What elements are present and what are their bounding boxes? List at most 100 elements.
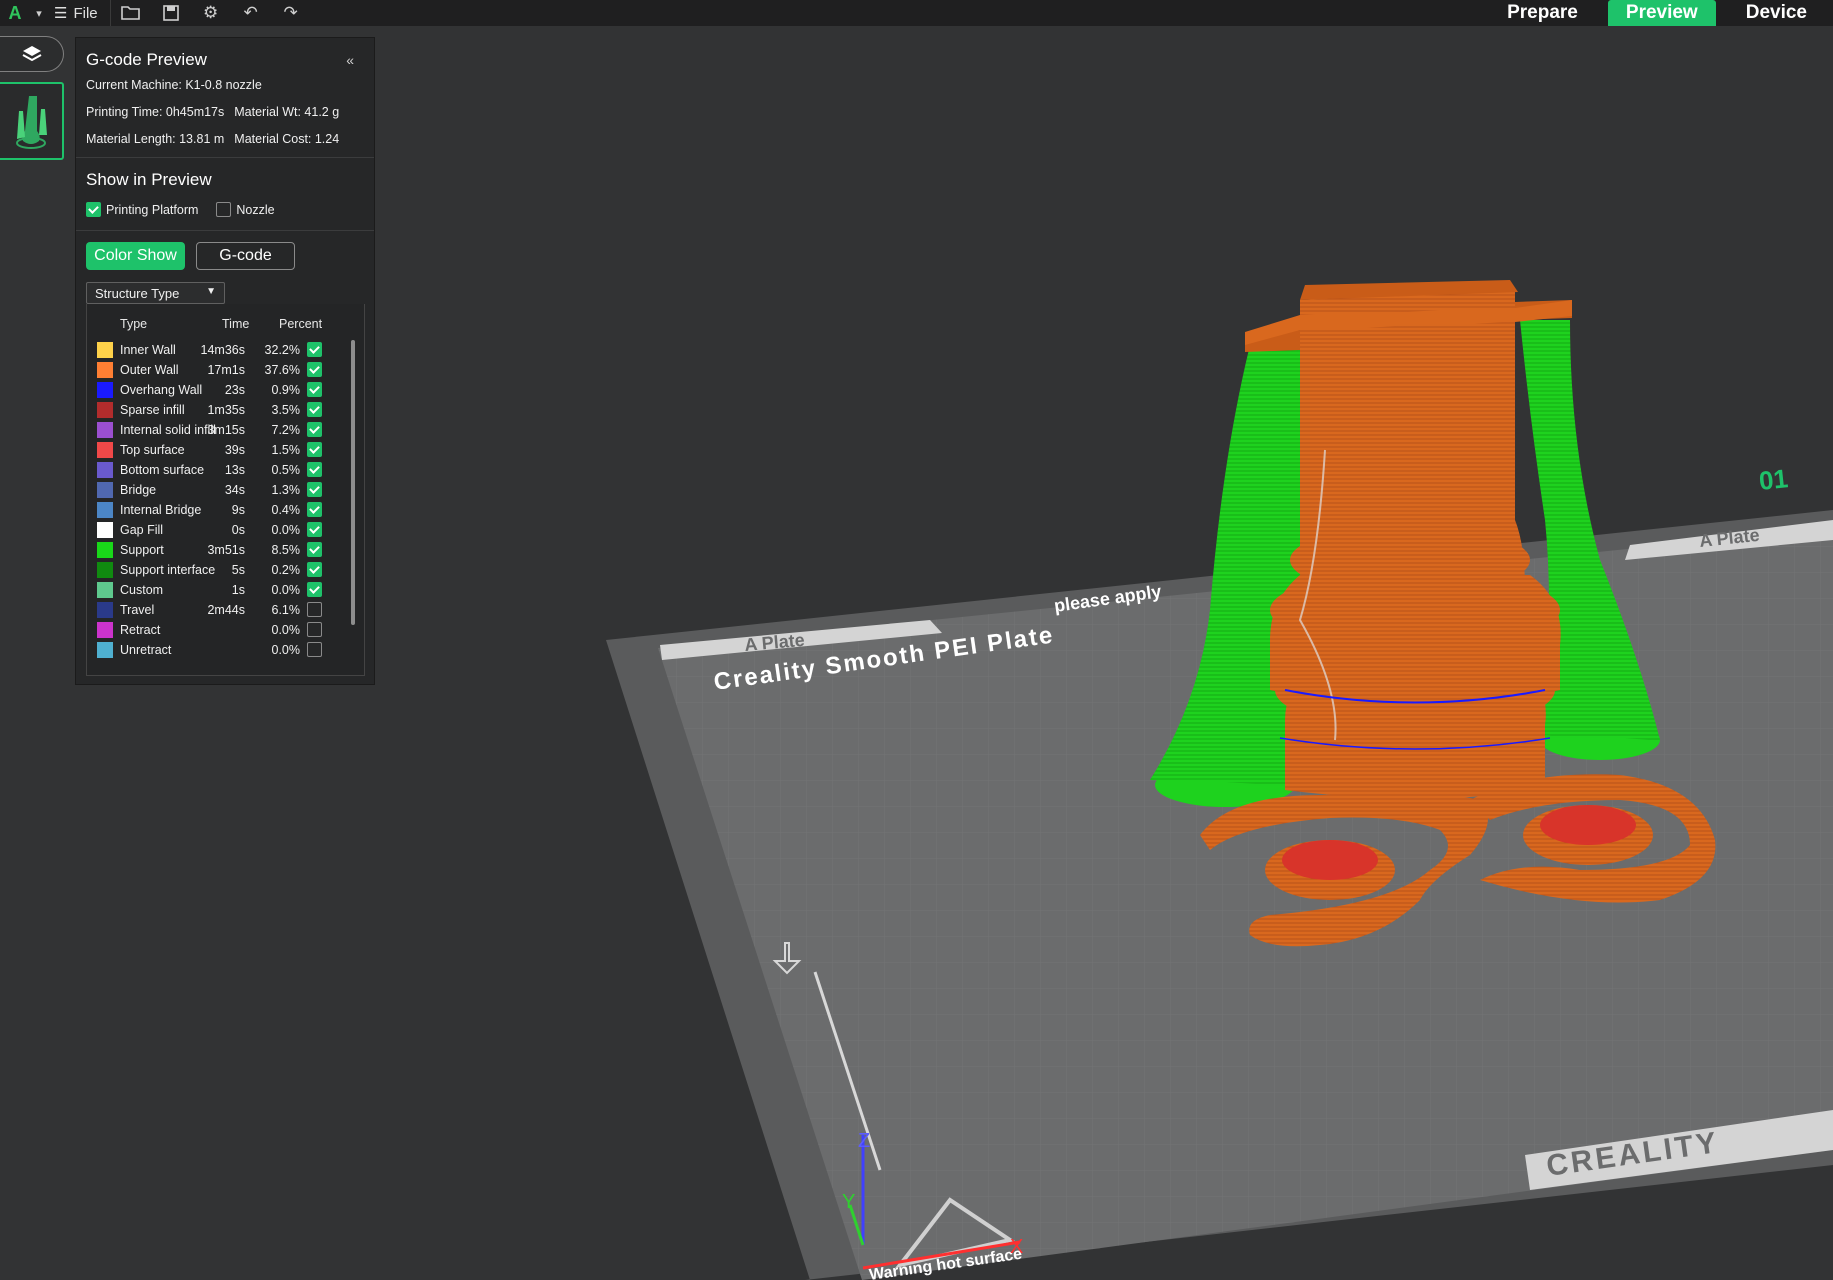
legend-color-swatch bbox=[97, 442, 113, 458]
legend-color-swatch bbox=[97, 562, 113, 578]
structure-type-value: Structure Type bbox=[95, 285, 180, 301]
gcode-button[interactable]: G-code bbox=[196, 242, 295, 270]
legend-percent: 3.5% bbox=[271, 403, 301, 417]
chevron-down-icon[interactable]: ▾ bbox=[30, 0, 48, 26]
nozzle-label: Nozzle bbox=[236, 202, 275, 217]
show-in-preview-title: Show in Preview bbox=[86, 170, 212, 189]
tab-device[interactable]: Device bbox=[1728, 0, 1825, 26]
collapse-panel-button[interactable]: « bbox=[346, 52, 354, 68]
structure-type-dropdown[interactable]: Structure Type ▼ bbox=[86, 282, 225, 304]
legend-row[interactable]: Support interface 5s 0.2% bbox=[87, 560, 352, 580]
legend-time: 39s bbox=[224, 443, 245, 457]
legend-percent: 6.1% bbox=[271, 603, 301, 617]
legend-visibility-checkbox[interactable] bbox=[307, 582, 322, 597]
legend-time: 1s bbox=[231, 583, 245, 597]
top-toolbar: A ▾ ☰ File ⚙ ↶ ↷ Prepare Preview Device bbox=[0, 0, 1833, 26]
legend-color-swatch bbox=[97, 382, 113, 398]
file-menu[interactable]: ☰ File bbox=[48, 0, 111, 26]
legend-percent: 0.0% bbox=[271, 643, 301, 657]
layers-button[interactable] bbox=[0, 36, 64, 72]
x-axis-label: X bbox=[1010, 1236, 1023, 1258]
gear-icon[interactable]: ⚙ bbox=[191, 0, 231, 26]
legend-visibility-checkbox[interactable] bbox=[307, 442, 322, 457]
redo-icon[interactable]: ↷ bbox=[271, 0, 311, 26]
legend-row[interactable]: Bottom surface 13s 0.5% bbox=[87, 460, 352, 480]
legend-percent: 0.0% bbox=[271, 523, 301, 537]
divider bbox=[76, 157, 374, 158]
model-column bbox=[1300, 290, 1515, 575]
legend-visibility-checkbox[interactable] bbox=[307, 382, 322, 397]
legend-visibility-checkbox[interactable] bbox=[307, 602, 322, 617]
legend-header-percent: Percent bbox=[279, 317, 323, 331]
model-pad-right-top bbox=[1540, 805, 1636, 845]
print-stats-row-2: Material Length: 13.81 m Material Cost: 1… bbox=[86, 132, 349, 146]
model-pad-left-top bbox=[1282, 840, 1378, 880]
color-show-button[interactable]: Color Show bbox=[86, 242, 185, 270]
legend-row[interactable]: Gap Fill 0s 0.0% bbox=[87, 520, 352, 540]
legend-percent: 1.3% bbox=[271, 483, 301, 497]
legend-row[interactable]: Sparse infill 1m35s 3.5% bbox=[87, 400, 352, 420]
legend-time: 34s bbox=[224, 483, 245, 497]
legend-type-name: Retract bbox=[120, 623, 161, 637]
undo-icon[interactable]: ↶ bbox=[231, 0, 271, 26]
legend-color-swatch bbox=[97, 362, 113, 378]
legend-row[interactable]: Travel 2m44s 6.1% bbox=[87, 600, 352, 620]
legend-type-name: Support bbox=[120, 543, 164, 557]
nozzle-checkbox[interactable] bbox=[216, 202, 232, 217]
legend-visibility-checkbox[interactable] bbox=[307, 482, 322, 497]
printing-platform-checkbox[interactable] bbox=[86, 202, 101, 217]
legend-color-swatch bbox=[97, 402, 113, 418]
legend-time: 2m44s bbox=[207, 603, 245, 617]
legend-row[interactable]: Support 3m51s 8.5% bbox=[87, 540, 352, 560]
legend-time: 5s bbox=[231, 563, 245, 577]
legend-row[interactable]: Internal Bridge 9s 0.4% bbox=[87, 500, 352, 520]
legend-time: 3m15s bbox=[207, 423, 245, 437]
save-icon[interactable] bbox=[151, 0, 191, 26]
legend-time: 9s bbox=[231, 503, 245, 517]
legend-visibility-checkbox[interactable] bbox=[307, 402, 322, 417]
divider bbox=[76, 230, 374, 231]
legend-time: 23s bbox=[224, 383, 245, 397]
legend-header-type: Type bbox=[120, 317, 148, 331]
legend-color-swatch bbox=[97, 582, 113, 598]
legend-visibility-checkbox[interactable] bbox=[307, 622, 322, 637]
legend-row[interactable]: Custom 1s 0.0% bbox=[87, 580, 352, 600]
open-folder-icon[interactable] bbox=[111, 0, 151, 26]
plate-thumbnail[interactable] bbox=[0, 82, 64, 160]
legend-visibility-checkbox[interactable] bbox=[307, 462, 322, 477]
legend-visibility-checkbox[interactable] bbox=[307, 562, 322, 577]
legend-scrollbar[interactable] bbox=[351, 340, 355, 625]
legend-visibility-checkbox[interactable] bbox=[307, 502, 322, 517]
legend-row[interactable]: Overhang Wall 23s 0.9% bbox=[87, 380, 352, 400]
legend-time: 14m36s bbox=[200, 343, 245, 357]
current-machine: Current Machine: K1-0.8 nozzle bbox=[86, 78, 262, 92]
legend-row[interactable]: Inner Wall 14m36s 32.2% bbox=[87, 340, 352, 360]
legend-row[interactable]: Unretract 0.0% bbox=[87, 640, 352, 660]
tab-preview[interactable]: Preview bbox=[1607, 0, 1716, 26]
legend-color-swatch bbox=[97, 622, 113, 638]
tab-prepare[interactable]: Prepare bbox=[1489, 0, 1596, 26]
legend-percent: 1.5% bbox=[271, 443, 301, 457]
z-axis-label: Z bbox=[858, 1130, 870, 1152]
caret-down-icon: ▼ bbox=[206, 286, 216, 297]
legend-time: 17m1s bbox=[207, 363, 245, 377]
legend-visibility-checkbox[interactable] bbox=[307, 422, 322, 437]
legend-type-name: Outer Wall bbox=[120, 363, 179, 377]
legend-visibility-checkbox[interactable] bbox=[307, 642, 322, 657]
legend-percent: 7.2% bbox=[271, 423, 301, 437]
main-tabs: Prepare Preview Device bbox=[1477, 0, 1833, 26]
legend-visibility-checkbox[interactable] bbox=[307, 342, 322, 357]
legend-row[interactable]: Outer Wall 17m1s 37.6% bbox=[87, 360, 352, 380]
model-thumbnail-icon bbox=[16, 96, 47, 149]
legend-row[interactable]: Internal solid infill 3m15s 7.2% bbox=[87, 420, 352, 440]
app-logo-icon[interactable]: A bbox=[0, 0, 30, 26]
legend-type-name: Travel bbox=[120, 603, 155, 617]
panel-title: G-code Preview bbox=[86, 50, 207, 69]
legend-type-name: Gap Fill bbox=[120, 523, 164, 537]
legend-row[interactable]: Top surface 39s 1.5% bbox=[87, 440, 352, 460]
legend-visibility-checkbox[interactable] bbox=[307, 362, 322, 377]
legend-row[interactable]: Retract 0.0% bbox=[87, 620, 352, 640]
legend-visibility-checkbox[interactable] bbox=[307, 522, 322, 537]
legend-visibility-checkbox[interactable] bbox=[307, 542, 322, 557]
legend-row[interactable]: Bridge 34s 1.3% bbox=[87, 480, 352, 500]
